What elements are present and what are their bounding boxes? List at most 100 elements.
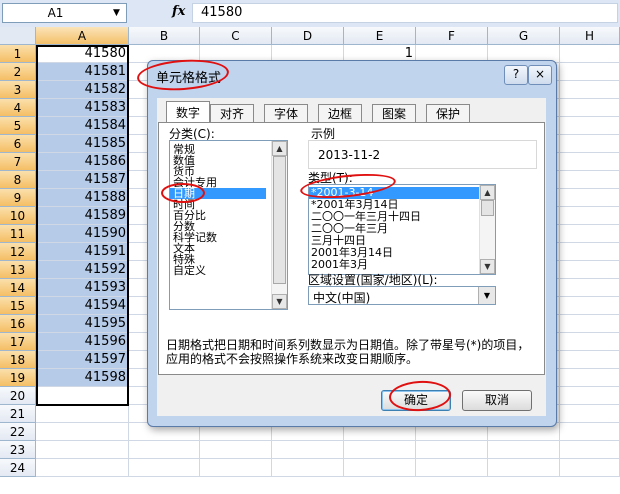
- cell-a[interactable]: [36, 423, 129, 441]
- cell-h[interactable]: [560, 297, 620, 315]
- cell-c[interactable]: [200, 459, 272, 477]
- column-header-d[interactable]: D: [272, 27, 344, 45]
- scroll-thumb[interactable]: [273, 156, 286, 284]
- row-header[interactable]: 14: [0, 279, 36, 297]
- cell-h[interactable]: [560, 459, 620, 477]
- cell-b[interactable]: [129, 441, 200, 459]
- column-header-e[interactable]: E: [344, 27, 416, 45]
- row-header[interactable]: 4: [0, 99, 36, 117]
- cell-a[interactable]: 41591: [36, 243, 129, 261]
- cell-h[interactable]: [560, 99, 620, 117]
- row-header[interactable]: 18: [0, 351, 36, 369]
- cell-a[interactable]: 41596: [36, 333, 129, 351]
- cell-g[interactable]: [488, 459, 560, 477]
- cell-a[interactable]: 41588: [36, 189, 129, 207]
- row-header[interactable]: 22: [0, 423, 36, 441]
- row-header[interactable]: 10: [0, 207, 36, 225]
- scroll-down-icon[interactable]: ▼: [480, 259, 495, 274]
- cell-h[interactable]: [560, 207, 620, 225]
- scroll-thumb[interactable]: [481, 200, 494, 216]
- select-all-corner[interactable]: [0, 27, 36, 45]
- column-header-h[interactable]: H: [560, 27, 620, 45]
- scroll-up-icon[interactable]: ▲: [480, 185, 495, 200]
- row-header[interactable]: 12: [0, 243, 36, 261]
- column-header-g[interactable]: G: [488, 27, 560, 45]
- row-header[interactable]: 5: [0, 117, 36, 135]
- cell-h[interactable]: [560, 423, 620, 441]
- cell-a[interactable]: [36, 441, 129, 459]
- tab-pattern[interactable]: 图案: [372, 104, 416, 123]
- row-header[interactable]: 7: [0, 153, 36, 171]
- cell-h[interactable]: [560, 261, 620, 279]
- formula-input[interactable]: 41580: [192, 3, 618, 23]
- row-header[interactable]: 1: [0, 45, 36, 63]
- type-item[interactable]: 2001年3月: [311, 259, 368, 271]
- row-header[interactable]: 24: [0, 459, 36, 477]
- cell-h[interactable]: [560, 135, 620, 153]
- type-list[interactable]: ▲ ▼ *2001-3-14 *2001年3月14日 二〇〇一年三月十四日 二〇〇一年…: [308, 184, 496, 275]
- row-header[interactable]: 16: [0, 315, 36, 333]
- cell-h[interactable]: [560, 45, 620, 63]
- cell-h[interactable]: [560, 117, 620, 135]
- cell-d[interactable]: [272, 459, 344, 477]
- row-header[interactable]: 9: [0, 189, 36, 207]
- cell-a[interactable]: 41584: [36, 117, 129, 135]
- name-box[interactable]: A1 ▼: [2, 3, 127, 23]
- scroll-down-icon[interactable]: ▼: [272, 294, 287, 309]
- function-icon[interactable]: fx: [172, 4, 185, 19]
- row-header[interactable]: 8: [0, 171, 36, 189]
- cell-h[interactable]: [560, 189, 620, 207]
- cell-h[interactable]: [560, 81, 620, 99]
- cell-e[interactable]: [344, 459, 416, 477]
- cancel-button[interactable]: 取消: [462, 390, 532, 411]
- cell-a[interactable]: 41597: [36, 351, 129, 369]
- cell-a[interactable]: 41594: [36, 297, 129, 315]
- tab-border[interactable]: 边框: [318, 104, 362, 123]
- help-button[interactable]: ?: [504, 65, 528, 85]
- cell-h[interactable]: [560, 405, 620, 423]
- cell-b[interactable]: [129, 459, 200, 477]
- cell-h[interactable]: [560, 279, 620, 297]
- cell-a[interactable]: 41595: [36, 315, 129, 333]
- cell-a[interactable]: 41590: [36, 225, 129, 243]
- column-header-b[interactable]: B: [129, 27, 200, 45]
- cell-a[interactable]: [36, 387, 129, 405]
- cell-a[interactable]: 41585: [36, 135, 129, 153]
- cell-h[interactable]: [560, 225, 620, 243]
- cell-a[interactable]: 41598: [36, 369, 129, 387]
- cell-a[interactable]: 41592: [36, 261, 129, 279]
- locale-select[interactable]: 中文(中国) ▼: [308, 286, 496, 305]
- row-header[interactable]: 6: [0, 135, 36, 153]
- column-header-c[interactable]: C: [200, 27, 272, 45]
- cell-a[interactable]: 41586: [36, 153, 129, 171]
- cell-f[interactable]: [416, 441, 488, 459]
- tab-font[interactable]: 字体: [264, 104, 308, 123]
- cell-a[interactable]: 41589: [36, 207, 129, 225]
- row-header[interactable]: 23: [0, 441, 36, 459]
- cell-a[interactable]: 41581: [36, 63, 129, 81]
- cell-h[interactable]: [560, 351, 620, 369]
- cell-a[interactable]: [36, 459, 129, 477]
- row-header[interactable]: 17: [0, 333, 36, 351]
- tab-number[interactable]: 数字: [166, 101, 210, 124]
- cell-a[interactable]: 41582: [36, 81, 129, 99]
- cell-a[interactable]: 41583: [36, 99, 129, 117]
- close-button[interactable]: ×: [528, 65, 552, 85]
- cell-e[interactable]: [344, 441, 416, 459]
- cell-h[interactable]: [560, 153, 620, 171]
- cell-a[interactable]: 41580: [36, 45, 129, 63]
- row-header[interactable]: 13: [0, 261, 36, 279]
- category-list[interactable]: ▲ ▼ 常规 数值 货币 会计专用 日期 时间 百分比 分数 科学记数 文本 特殊 自定义: [169, 140, 288, 310]
- row-header[interactable]: 21: [0, 405, 36, 423]
- cell-a[interactable]: 41587: [36, 171, 129, 189]
- cell-a[interactable]: 41593: [36, 279, 129, 297]
- chevron-down-icon[interactable]: ▼: [108, 5, 125, 21]
- cell-h[interactable]: [560, 333, 620, 351]
- cell-f[interactable]: [416, 459, 488, 477]
- row-header[interactable]: 20: [0, 387, 36, 405]
- cell-h[interactable]: [560, 387, 620, 405]
- cell-h[interactable]: [560, 171, 620, 189]
- cell-a[interactable]: [36, 405, 129, 423]
- cell-h[interactable]: [560, 369, 620, 387]
- cell-h[interactable]: [560, 63, 620, 81]
